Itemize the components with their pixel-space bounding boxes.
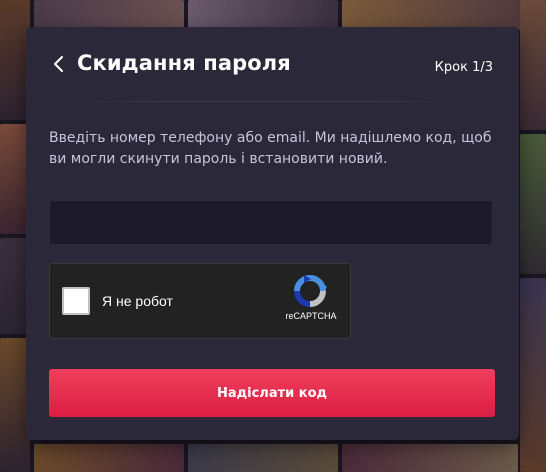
background-thumbnail bbox=[188, 444, 338, 472]
header-divider bbox=[76, 101, 456, 102]
recaptcha-label: Я не робот bbox=[102, 293, 173, 309]
instructions-text: Введіть номер телефону або email. Ми над… bbox=[49, 130, 492, 167]
recaptcha-brand: reCAPTCHA bbox=[285, 311, 337, 321]
modal-header: Скидання пароля Крок 1/3 bbox=[26, 27, 519, 107]
background-thumbnail bbox=[188, 0, 338, 30]
step-indicator: Крок 1/3 bbox=[434, 60, 493, 75]
background-thumbnail bbox=[342, 0, 546, 30]
background-thumbnail bbox=[520, 134, 546, 274]
back-button[interactable] bbox=[48, 53, 70, 79]
background-thumbnail bbox=[520, 0, 546, 130]
background-thumbnail bbox=[342, 444, 518, 472]
background-thumbnail bbox=[520, 278, 546, 472]
recaptcha-checkbox[interactable] bbox=[62, 287, 90, 315]
background-thumbnail bbox=[34, 0, 184, 30]
send-code-button[interactable]: Надіслати код bbox=[49, 369, 495, 417]
page-title: Скидання пароля bbox=[77, 51, 291, 75]
password-reset-modal: Скидання пароля Крок 1/3 Введіть номер т… bbox=[26, 27, 519, 440]
phone-or-email-input[interactable] bbox=[49, 200, 493, 245]
recaptcha-widget: Я не робот reCAPTCHA bbox=[49, 263, 351, 339]
chevron-left-icon bbox=[53, 55, 65, 77]
recaptcha-logo-icon bbox=[292, 274, 328, 308]
background-thumbnail bbox=[34, 444, 184, 472]
